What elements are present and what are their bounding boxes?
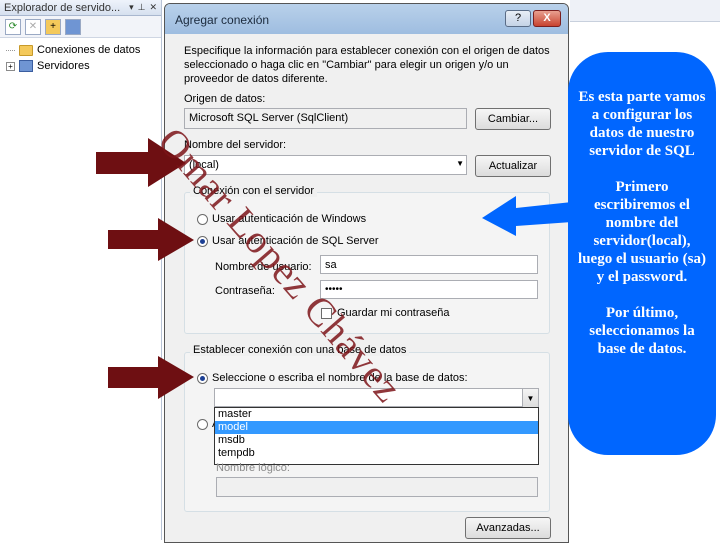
chevron-down-icon[interactable]: ▼: [522, 389, 538, 408]
password-input[interactable]: •••••: [320, 280, 538, 299]
folder-icon: [19, 44, 33, 56]
add-connection-dialog: Agregar conexión ? X Especifique la info…: [164, 3, 569, 543]
dialog-description: Especifique la información para establec…: [184, 45, 550, 85]
attach-database-radio[interactable]: [197, 419, 208, 430]
dropdown-icon[interactable]: ▾: [129, 2, 134, 13]
server-explorer-pane: Explorador de servido... ▾ ⊥ ✕ ⟳ ✕ + Con…: [0, 0, 162, 540]
close-icon[interactable]: ✕: [149, 2, 157, 13]
sql-auth-radio[interactable]: [197, 236, 208, 247]
callout-paragraph: Es esta parte vamos a configurar los dat…: [578, 89, 706, 159]
advanced-button[interactable]: Avanzadas...: [465, 517, 551, 539]
logical-name-input: [216, 477, 538, 497]
server-icon: [19, 60, 33, 72]
list-item[interactable]: tempdb: [215, 447, 538, 460]
select-database-label[interactable]: Seleccione o escriba el nombre de la bas…: [212, 372, 468, 384]
server-icon[interactable]: [65, 18, 81, 35]
select-database-radio[interactable]: [197, 373, 208, 384]
logical-name-label: Nombre lógico:: [216, 462, 290, 474]
arrow-right-icon: [108, 218, 194, 261]
stop-icon[interactable]: ✕: [25, 18, 41, 35]
help-button[interactable]: ?: [505, 10, 531, 27]
dialog-title: Agregar conexión: [175, 13, 270, 27]
callout-paragraph: Por último, seleccionamos la base de dat…: [589, 305, 695, 357]
database-dropdown-list[interactable]: master model msdb tempdb: [214, 407, 539, 465]
tree-item-servers[interactable]: + Servidores: [6, 58, 161, 74]
explorer-toolbar: ⟳ ✕ +: [0, 16, 161, 38]
username-input[interactable]: sa: [320, 255, 538, 274]
list-item[interactable]: msdb: [215, 434, 538, 447]
list-item[interactable]: model: [215, 421, 538, 434]
tree-item-label: Servidores: [37, 60, 90, 72]
refresh-button[interactable]: Actualizar: [475, 155, 551, 177]
refresh-icon[interactable]: ⟳: [5, 18, 21, 35]
callout-paragraph: Primero escribiremos el nombre del servi…: [578, 179, 706, 285]
arrow-right-icon: [108, 356, 194, 399]
explorer-tree: Conexiones de datos + Servidores: [0, 38, 161, 74]
annotation-callout: Es esta parte vamos a configurar los dat…: [568, 52, 716, 455]
close-button[interactable]: X: [533, 10, 561, 27]
explorer-title-bar: Explorador de servido... ▾ ⊥ ✕: [0, 0, 161, 16]
password-label: Contraseña:: [215, 285, 275, 297]
chevron-down-icon[interactable]: ▼: [456, 159, 464, 168]
pin-icon[interactable]: ⊥: [138, 2, 146, 13]
dialog-title-bar: Agregar conexión ? X: [165, 4, 568, 34]
tree-item-data-connections[interactable]: Conexiones de datos: [6, 42, 161, 58]
expand-icon[interactable]: +: [6, 61, 15, 71]
datasource-field: Microsoft SQL Server (SqlClient): [184, 108, 467, 129]
connect-icon[interactable]: +: [45, 18, 61, 35]
change-button[interactable]: Cambiar...: [475, 108, 551, 130]
arrow-left-icon: [482, 196, 572, 236]
background-toolbar-strip: [570, 0, 720, 22]
explorer-title: Explorador de servido...: [4, 1, 121, 14]
tree-item-label: Conexiones de datos: [37, 44, 141, 56]
dialog-content: Especifique la información para establec…: [165, 34, 568, 542]
datasource-label: Origen de datos:: [184, 93, 266, 105]
